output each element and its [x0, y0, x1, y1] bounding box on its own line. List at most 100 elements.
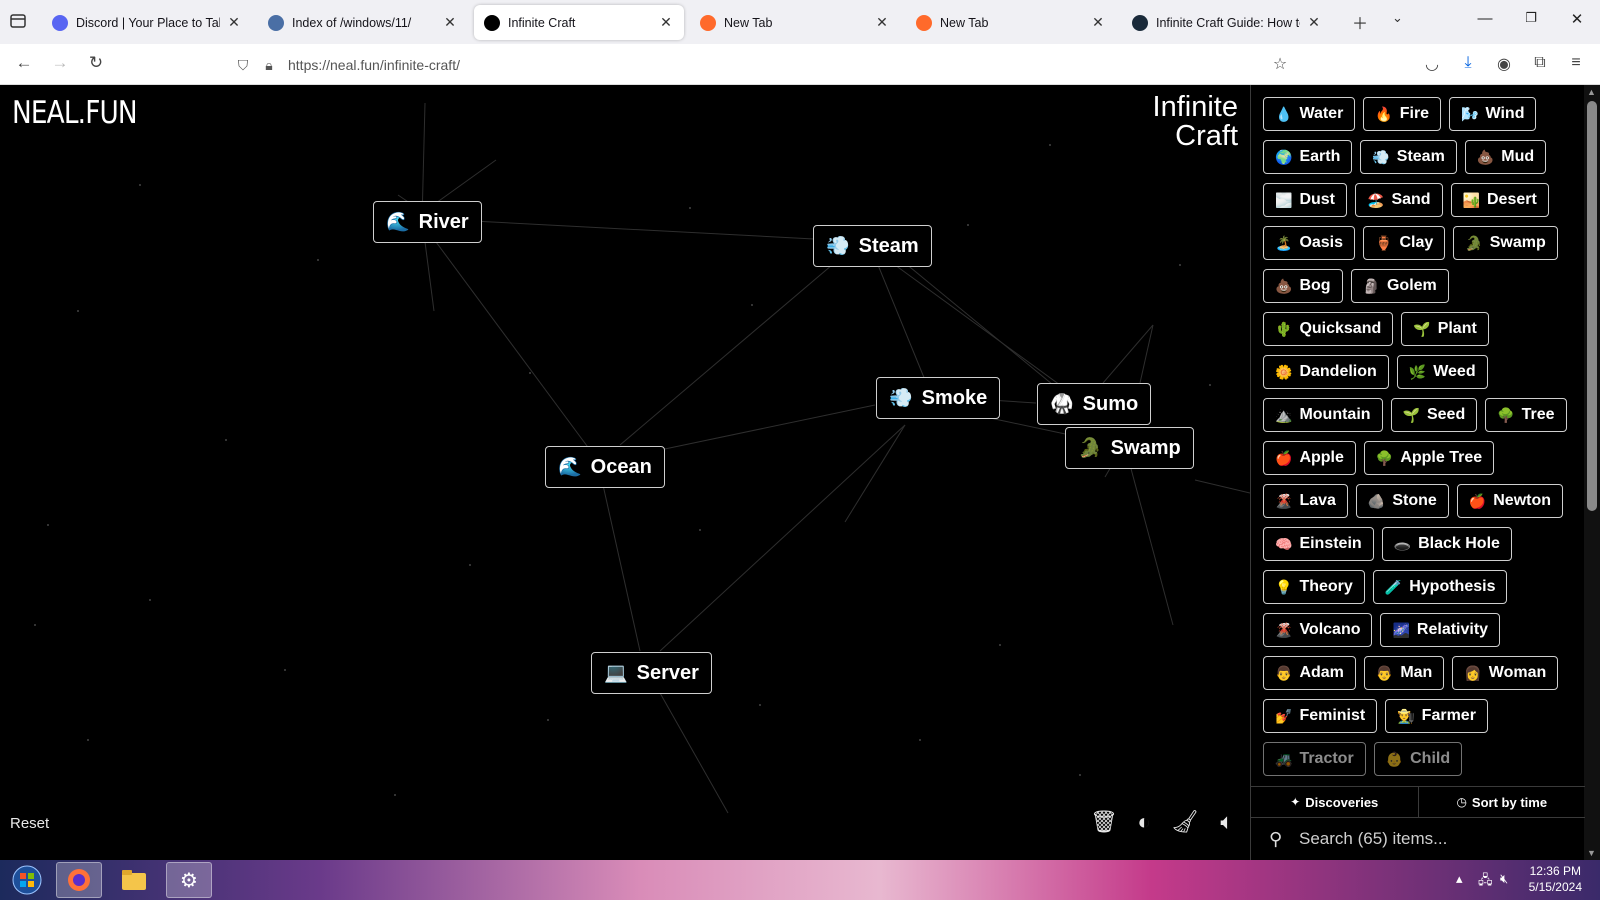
new-tab-button[interactable]: ＋	[1352, 10, 1368, 34]
sidebar-item[interactable]: 🌱 Seed	[1390, 398, 1478, 432]
canvas-element-steam[interactable]: 💨 Steam	[813, 225, 932, 267]
neal-fun-logo[interactable]: NEAL.FUN	[12, 95, 138, 131]
sidebar-item[interactable]: 🧪 Hypothesis	[1372, 570, 1508, 604]
browser-tab[interactable]: Index of /windows/11/ ✕	[258, 5, 468, 40]
broom-icon[interactable]: 🧹︎	[1171, 808, 1199, 836]
minimize-button[interactable]: —	[1470, 10, 1500, 27]
dark-mode-icon[interactable]: ◐	[1130, 808, 1158, 836]
close-tab-icon[interactable]: ✕	[226, 14, 242, 31]
sidebar-item[interactable]: 👩 Woman	[1452, 656, 1559, 690]
sidebar-item[interactable]: 🍎 Newton	[1456, 484, 1564, 518]
browser-tab[interactable]: Infinite Craft ✕	[474, 5, 684, 40]
sidebar-item[interactable]: 💨 Steam	[1360, 140, 1457, 174]
sidebar-item[interactable]: 👨‍🌾 Farmer	[1385, 699, 1488, 733]
trash-icon[interactable]: 🗑︎	[1090, 808, 1118, 836]
sidebar-item[interactable]: 🕳️ Black Hole	[1381, 527, 1512, 561]
sidebar-item[interactable]: 🏺 Clay	[1363, 226, 1446, 260]
list-all-tabs-icon[interactable]: ⌄	[1392, 10, 1403, 26]
scrollbar-thumb[interactable]	[1587, 101, 1597, 511]
sidebar-item[interactable]: 🏝️ Oasis	[1263, 226, 1356, 260]
firefox-taskbar-icon[interactable]	[56, 862, 102, 898]
close-window-button[interactable]: ✕	[1562, 10, 1592, 28]
canvas-element-ocean[interactable]: 🌊 Ocean	[545, 446, 665, 488]
sidebar-item[interactable]: 🌵 Quicksand	[1263, 312, 1394, 346]
sidebar-item[interactable]: 👨 Man	[1363, 656, 1445, 690]
close-tab-icon[interactable]: ✕	[874, 14, 890, 31]
system-clock[interactable]: 12:36 PM 5/15/2024	[1529, 863, 1582, 895]
sidebar-item[interactable]: 🚜 Tractor	[1263, 742, 1366, 776]
canvas-element-sumo[interactable]: 🥋 Sumo	[1037, 383, 1152, 425]
sidebar-item[interactable]: 🌋 Volcano	[1263, 613, 1373, 647]
volume-muted-icon[interactable]: 🔇︎	[1500, 871, 1508, 887]
sidebar-item[interactable]: 💡 Theory	[1263, 570, 1365, 604]
sidebar-item[interactable]: 👶 Child	[1373, 742, 1463, 776]
sidebar-item[interactable]: 🧠 Einstein	[1263, 527, 1374, 561]
sidebar-item[interactable]: 🏜️ Desert	[1450, 183, 1549, 217]
sidebar-item[interactable]: 🌍 Earth	[1263, 140, 1353, 174]
sidebar-item[interactable]: 🌫️ Dust	[1263, 183, 1347, 217]
sidebar-item[interactable]: 🗿 Golem	[1350, 269, 1449, 303]
element-label: Ocean	[590, 455, 652, 478]
sidebar-item[interactable]: 🌌 Relativity	[1380, 613, 1501, 647]
sidebar-item[interactable]: 💅 Feminist	[1263, 699, 1378, 733]
browser-tab[interactable]: New Tab ✕	[690, 5, 900, 40]
menu-icon[interactable]: ≡	[1564, 54, 1588, 72]
browser-tab[interactable]: New Tab ✕	[906, 5, 1116, 40]
sidebar-item[interactable]: 🌬️ Wind	[1449, 97, 1537, 131]
url-text[interactable]: https://neal.fun/infinite-craft/	[288, 57, 460, 73]
browser-tab[interactable]: Discord | Your Place to Talk and ✕	[42, 5, 252, 40]
forward-icon[interactable]: →	[48, 53, 72, 73]
sidebar-item[interactable]: 🔥 Fire	[1363, 97, 1442, 131]
close-tab-icon[interactable]: ✕	[1306, 14, 1322, 31]
sidebar-item[interactable]: 🌳 Tree	[1485, 398, 1567, 432]
search-input[interactable]	[1299, 829, 1585, 849]
network-icon[interactable]: 🖧︎	[1478, 871, 1493, 893]
craft-canvas[interactable]: NEAL.FUN Infinite Craft 🌊 River 💨 Steam …	[0, 85, 1250, 860]
pocket-icon[interactable]: ◡	[1420, 54, 1444, 74]
start-button-icon[interactable]	[4, 862, 50, 898]
downloads-icon[interactable]: ⤓	[1456, 54, 1480, 72]
account-icon[interactable]: ◉	[1492, 54, 1516, 74]
sidebar-item[interactable]: 💩 Mud	[1464, 140, 1547, 174]
tab-list-icon[interactable]	[8, 11, 32, 33]
sidebar-item[interactable]: 🌿 Weed	[1396, 355, 1488, 389]
canvas-element-server[interactable]: 💻 Server	[591, 652, 712, 694]
url-bar[interactable]: ⛉ 🔒︎ https://neal.fun/infinite-craft/	[230, 50, 1290, 80]
sidebar-item[interactable]: 🌋 Lava	[1263, 484, 1348, 518]
sidebar-item[interactable]: 🐊 Swamp	[1453, 226, 1558, 260]
restore-button[interactable]: ❐	[1516, 10, 1546, 26]
sidebar-item[interactable]: 💧 Water	[1263, 97, 1356, 131]
close-tab-icon[interactable]: ✕	[442, 14, 458, 31]
sidebar-item[interactable]: 💩 Bog	[1263, 269, 1343, 303]
sidebar-scrollbar[interactable]: ▲ ▼	[1584, 85, 1600, 860]
canvas-element-swamp[interactable]: 🐊 Swamp	[1065, 427, 1194, 469]
close-tab-icon[interactable]: ✕	[658, 14, 674, 31]
bookmark-star-icon[interactable]: ☆	[1268, 54, 1292, 74]
extensions-icon[interactable]: ⧉	[1528, 54, 1552, 72]
file-explorer-icon[interactable]	[111, 862, 157, 898]
shield-icon[interactable]: ⛉	[230, 57, 256, 74]
back-icon[interactable]: ←	[12, 53, 36, 73]
lock-icon[interactable]: 🔒︎	[256, 57, 282, 74]
sidebar-item[interactable]: ⛰️ Mountain	[1263, 398, 1383, 432]
browser-tab[interactable]: Infinite Craft Guide: How to Make ✕	[1122, 5, 1332, 40]
close-tab-icon[interactable]: ✕	[1090, 14, 1106, 31]
discoveries-button[interactable]: ✦ Discoveries	[1251, 787, 1418, 817]
sidebar-item[interactable]: 🪨 Stone	[1355, 484, 1449, 518]
sidebar-item[interactable]: 🌼 Dandelion	[1263, 355, 1389, 389]
sidebar-item[interactable]: 🌱 Plant	[1401, 312, 1489, 346]
canvas-element-river[interactable]: 🌊 River	[373, 201, 482, 243]
scroll-up-arrow-icon[interactable]: ▲	[1587, 87, 1596, 97]
sidebar-item[interactable]: 🌳 Apple Tree	[1363, 441, 1495, 475]
sound-icon[interactable]: 🔈︎	[1213, 808, 1241, 836]
reload-icon[interactable]: ↻	[84, 53, 108, 73]
canvas-element-smoke[interactable]: 💨 Smoke	[876, 377, 1001, 419]
show-hidden-icons-icon[interactable]: ▴	[1456, 871, 1463, 887]
sort-by-time-button[interactable]: ◷ Sort by time	[1417, 787, 1586, 817]
scroll-down-arrow-icon[interactable]: ▼	[1587, 848, 1596, 858]
sidebar-item[interactable]: 🍎 Apple	[1263, 441, 1356, 475]
sidebar-item[interactable]: 🏖️ Sand	[1355, 183, 1443, 217]
settings-gear-icon[interactable]: ⚙	[166, 862, 212, 898]
reset-button[interactable]: Reset	[10, 815, 49, 832]
sidebar-item[interactable]: 👨 Adam	[1263, 656, 1356, 690]
